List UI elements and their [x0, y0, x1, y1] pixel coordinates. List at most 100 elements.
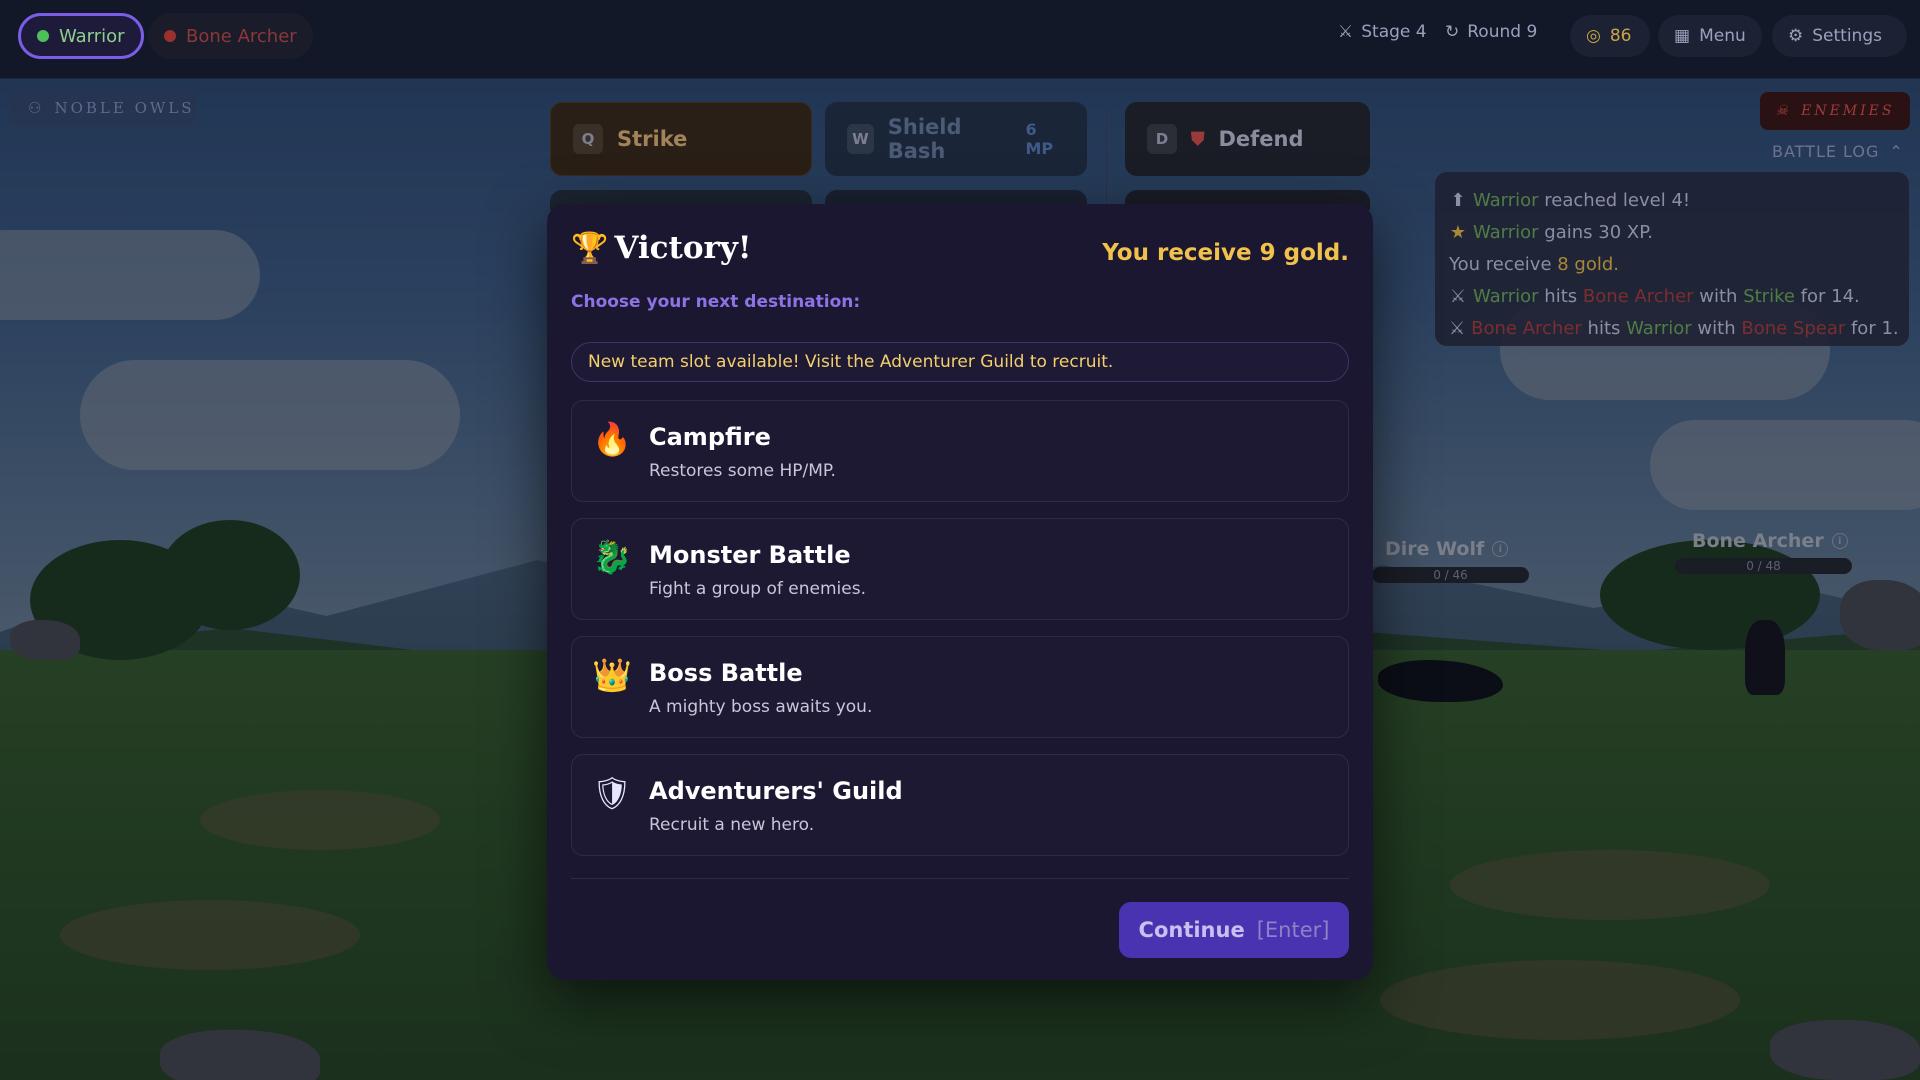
- log-fragment: for 1.: [1845, 317, 1899, 339]
- skill-divider: [1106, 110, 1107, 210]
- skill-name: Strike: [617, 127, 688, 151]
- enemy-name-bone-archer[interactable]: Bone Archer i: [1692, 530, 1848, 552]
- battle-log-line: You receive 8 gold.: [1449, 248, 1895, 280]
- settings-button[interactable]: ⚙ Settings: [1772, 15, 1907, 57]
- status-dot-icon: [37, 30, 49, 42]
- level-up-icon: ⬆: [1450, 189, 1466, 211]
- log-fragment: Warrior: [1473, 189, 1539, 211]
- hotkey-w: W: [847, 124, 874, 154]
- skill-shield-bash-button[interactable]: W Shield Bash 6 MP: [825, 102, 1087, 176]
- destination-boss-battle[interactable]: 👑 Boss Battle A mighty boss awaits you.: [571, 636, 1349, 738]
- skill-strike-button[interactable]: Q Strike: [550, 102, 812, 176]
- status-dot-icon: [164, 30, 176, 42]
- skull-icon: ☠: [1775, 103, 1792, 119]
- log-fragment: gains 30 XP.: [1538, 221, 1653, 243]
- coins-icon: ◎: [1586, 26, 1601, 46]
- skill-name: Defend: [1218, 127, 1304, 151]
- round-label: Round 9: [1467, 22, 1538, 42]
- destination-monster-battle[interactable]: 🐉 Monster Battle Fight a group of enemie…: [571, 518, 1349, 620]
- log-fragment: Bone Archer: [1582, 285, 1694, 307]
- continue-button[interactable]: Continue [Enter]: [1119, 902, 1349, 958]
- victory-title: Victory!: [614, 230, 752, 266]
- log-fragment: Bone Archer: [1471, 317, 1582, 339]
- team-slot-notice: New team slot available! Visit the Adven…: [571, 342, 1349, 382]
- option-description: Restores some HP/MP.: [649, 461, 836, 481]
- crown-icon: 👑: [592, 656, 632, 694]
- gold-counter: ◎ 86: [1570, 15, 1650, 57]
- log-fragment: Warrior: [1626, 317, 1692, 339]
- battle-log-text: Bone Archer hits Warrior with Bone Spear…: [1471, 318, 1898, 339]
- shield-icon: 🛡: [591, 774, 633, 812]
- destination-adventurers-guild[interactable]: 🛡 Adventurers' Guild Recruit a new hero.: [571, 754, 1349, 856]
- party-member-name: Warrior: [59, 25, 125, 47]
- dialog-title: 🏆 Victory!: [571, 230, 751, 266]
- enemy-name-dire-wolf[interactable]: Dire Wolf i: [1385, 538, 1509, 560]
- battle-log-text: Warrior reached level 4!: [1473, 190, 1690, 211]
- skill-cost: 6 MP: [1025, 120, 1054, 158]
- battle-log-text: Warrior hits Bone Archer with Strike for…: [1473, 286, 1860, 307]
- swords-icon: ⚔: [1449, 285, 1467, 307]
- log-fragment: Bone Spear: [1741, 317, 1846, 339]
- hotkey-q: Q: [573, 124, 603, 154]
- hotkey-d: D: [1147, 124, 1177, 154]
- continue-hotkey-hint: [Enter]: [1256, 918, 1330, 942]
- star-icon: ★: [1449, 221, 1467, 243]
- skill-defend-button[interactable]: D ⛊ Defend: [1125, 102, 1370, 176]
- info-icon[interactable]: i: [1492, 541, 1509, 557]
- battle-log: ⬆ Warrior reached level 4! ★ Warrior gains …: [1435, 172, 1909, 346]
- crossed-swords-icon: ⚔: [1338, 22, 1354, 42]
- menu-button[interactable]: ▦ Menu: [1658, 15, 1762, 57]
- battle-log-line: ★ Warrior gains 30 XP.: [1449, 216, 1895, 248]
- grid-icon: ▦: [1674, 26, 1691, 46]
- log-fragment: for 14.: [1794, 285, 1860, 307]
- round-indicator: ↻ Round 9: [1445, 22, 1537, 42]
- log-fragment: Warrior: [1473, 285, 1539, 307]
- log-fragment: Warrior: [1473, 221, 1539, 243]
- party-member-warrior[interactable]: Warrior: [18, 13, 144, 59]
- log-fragment: reached level 4!: [1538, 189, 1691, 211]
- log-fragment: 8 gold.: [1557, 253, 1620, 275]
- chevron-up-icon: ⌃: [1889, 142, 1904, 161]
- party-member-bone-archer[interactable]: Bone Archer: [148, 13, 313, 59]
- enemy-hp-bar: 0 / 46: [1372, 567, 1529, 583]
- battle-log-text: You receive 8 gold.: [1449, 254, 1619, 275]
- option-name: Boss Battle: [649, 659, 803, 687]
- destination-campfire[interactable]: 🔥 Campfire Restores some HP/MP.: [571, 400, 1349, 502]
- log-fragment: hits: [1538, 285, 1583, 307]
- log-fragment: with: [1691, 317, 1742, 339]
- log-fragment: with: [1693, 285, 1744, 307]
- log-fragment: Strike: [1743, 285, 1795, 307]
- shield-icon: ⛊: [1191, 128, 1205, 150]
- enemy-name: Bone Archer: [1692, 530, 1824, 552]
- option-description: A mighty boss awaits you.: [649, 697, 873, 717]
- battle-log-title: BATTLE LOG: [1772, 142, 1880, 161]
- top-bar: Warrior Bone Archer ⚔ Stage 4 ↻ Round 9 …: [0, 0, 1920, 79]
- option-name: Campfire: [649, 423, 771, 451]
- monster-icon: 🐉: [592, 538, 632, 576]
- battle-log-line: ⚔ Bone Archer hits Warrior with Bone Spea…: [1449, 312, 1899, 344]
- menu-label: Menu: [1699, 26, 1746, 46]
- users-icon: ⚇: [28, 99, 45, 117]
- log-fragment: hits: [1581, 317, 1627, 339]
- party-member-name: Bone Archer: [186, 25, 297, 47]
- option-description: Fight a group of enemies.: [649, 579, 866, 599]
- team-name-badge[interactable]: ⚇ NOBLE OWLS: [10, 90, 196, 126]
- battle-log-text: Warrior gains 30 XP.: [1473, 222, 1653, 243]
- stage-indicator: ⚔ Stage 4: [1338, 22, 1427, 42]
- option-name: Adventurers' Guild: [649, 777, 903, 805]
- info-icon[interactable]: i: [1831, 533, 1848, 549]
- gold-reward: You receive 9 gold.: [1102, 240, 1349, 266]
- battle-log-line: ⚔ Warrior hits Bone Archer with Strike fo…: [1449, 280, 1895, 312]
- battle-log-toggle[interactable]: BATTLE LOG ⌃: [1772, 142, 1904, 161]
- dialog-subtitle: Choose your next destination:: [571, 292, 861, 312]
- trophy-icon: 🏆: [571, 230, 609, 266]
- dialog-divider: [571, 878, 1349, 879]
- enemy-hp-bar: 0 / 48: [1675, 558, 1852, 574]
- enemies-label: ENEMIES: [1801, 103, 1895, 119]
- battle-log-line: ⬆ Warrior reached level 4!: [1449, 184, 1895, 216]
- enemies-button[interactable]: ☠ ENEMIES: [1760, 92, 1910, 130]
- gold-amount: 86: [1609, 26, 1632, 46]
- campfire-icon: 🔥: [592, 420, 632, 458]
- option-description: Recruit a new hero.: [649, 815, 815, 835]
- settings-label: Settings: [1812, 26, 1882, 46]
